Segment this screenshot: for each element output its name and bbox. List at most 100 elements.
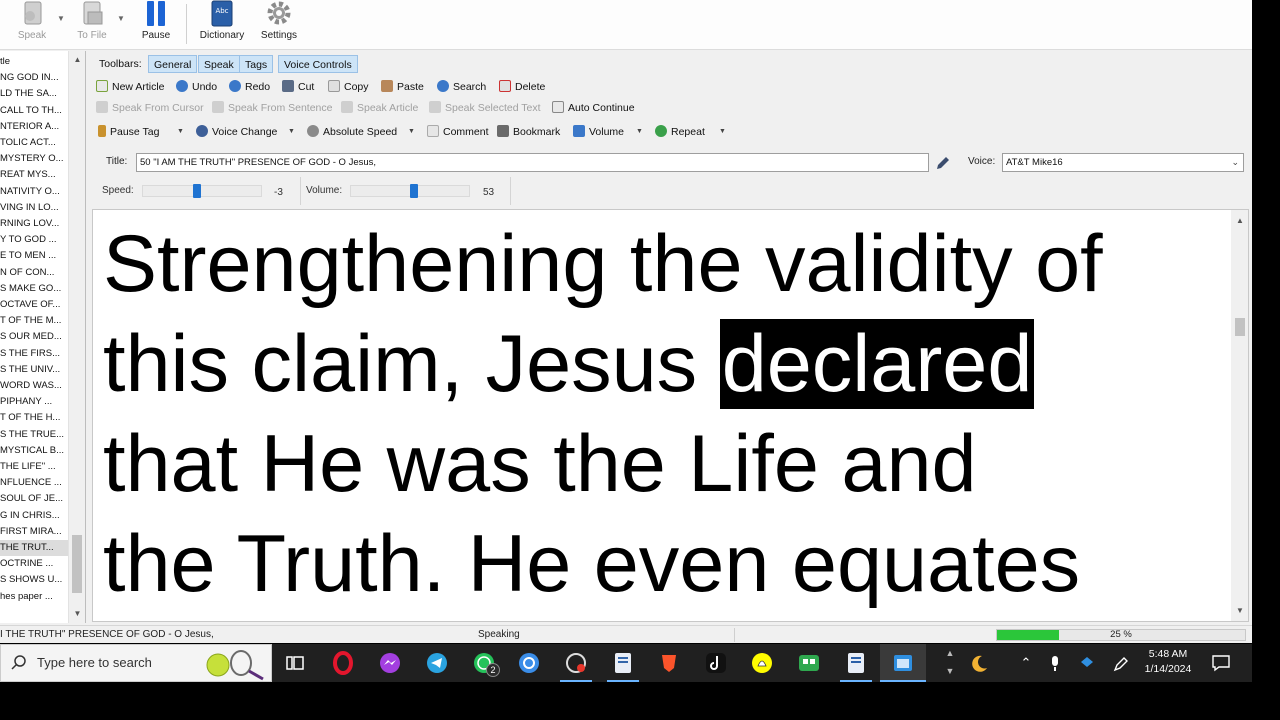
article-list-item[interactable]: REAT MYS...	[0, 167, 68, 183]
pause-tag-button[interactable]: Pause Tag	[98, 124, 159, 140]
copy-button[interactable]: Copy	[328, 79, 369, 95]
volume-slider-thumb[interactable]	[410, 184, 418, 198]
article-list-item[interactable]: OCTAVE OF...	[0, 297, 68, 313]
speed-slider-thumb[interactable]	[193, 184, 201, 198]
taskbar-search-box[interactable]: Type here to search	[0, 644, 272, 682]
snapchat-icon[interactable]	[750, 651, 774, 675]
scrollbar-thumb[interactable]	[1235, 318, 1245, 336]
article-list-item[interactable]: S OUR MED...	[0, 329, 68, 345]
pencil-icon[interactable]	[934, 154, 952, 172]
messenger-icon[interactable]	[378, 651, 402, 675]
absolute-speed-button[interactable]: Absolute Speed	[307, 124, 397, 140]
article-list-item[interactable]: NFLUENCE ...	[0, 475, 68, 491]
article-list-item[interactable]: hes paper ...	[0, 589, 68, 605]
article-list-item[interactable]: CALL TO TH...	[0, 103, 68, 119]
voice-change-dropdown-arrow[interactable]: ▼	[288, 124, 295, 140]
speak-article-button[interactable]: Speak Article	[341, 100, 418, 116]
scrollbar-thumb[interactable]	[72, 535, 82, 593]
voice-select[interactable]: AT&T Mike16 ⌄	[1002, 153, 1244, 172]
article-list-item[interactable]: S THE UNIV...	[0, 362, 68, 378]
speed-slider[interactable]	[142, 184, 262, 198]
tab-tags[interactable]: Tags	[239, 55, 274, 73]
delete-button[interactable]: Delete	[499, 79, 545, 95]
article-list-item[interactable]: N OF CON...	[0, 265, 68, 281]
repeat-button[interactable]: Repeat	[655, 124, 705, 140]
article-list-item[interactable]: E TO MEN ...	[0, 248, 68, 264]
article-list-item[interactable]: FIRST MIRA...	[0, 524, 68, 540]
article-list-item[interactable]: T OF THE M...	[0, 313, 68, 329]
auto-continue-button[interactable]: Auto Continue	[552, 100, 635, 116]
document-app-icon[interactable]	[611, 651, 635, 675]
article-list[interactable]: tle NG GOD IN... LD THE SA... CALL TO TH...…	[0, 51, 86, 623]
article-list-item[interactable]: S THE FIRS...	[0, 346, 68, 362]
notification-center-icon[interactable]	[1211, 654, 1231, 672]
speak-dropdown-arrow[interactable]: ▼	[57, 14, 65, 23]
article-list-item[interactable]: S THE TRUE...	[0, 427, 68, 443]
article-text-area[interactable]: Strengthening the validity of this claim…	[92, 209, 1249, 622]
task-view-icon[interactable]	[283, 651, 307, 675]
article-list-scrollbar[interactable]: ▲ ▼	[68, 51, 85, 623]
speak-from-cursor-button[interactable]: Speak From Cursor	[96, 100, 204, 116]
article-list-item[interactable]: RNING LOV...	[0, 216, 68, 232]
article-list-item[interactable]: MYSTICAL B...	[0, 443, 68, 459]
scroll-down-icon[interactable]: ▼	[69, 607, 85, 621]
meeting-app-icon[interactable]	[797, 651, 821, 675]
text-scrollbar[interactable]: ▲ ▼	[1231, 210, 1248, 621]
microphone-icon[interactable]	[1048, 655, 1062, 673]
voice-change-button[interactable]: Voice Change	[196, 124, 277, 140]
volume-dropdown-arrow[interactable]: ▼	[636, 124, 643, 140]
to-file-button[interactable]: To File	[72, 0, 112, 48]
pause-button[interactable]: Pause	[136, 0, 176, 48]
article-list-item[interactable]: MYSTERY O...	[0, 151, 68, 167]
absolute-speed-dropdown-arrow[interactable]: ▼	[408, 124, 415, 140]
redo-button[interactable]: Redo	[229, 79, 270, 95]
settings-button[interactable]: Settings	[256, 0, 302, 48]
speak-from-sentence-button[interactable]: Speak From Sentence	[212, 100, 332, 116]
pen-input-icon[interactable]	[1112, 655, 1130, 673]
article-list-item[interactable]: WORD WAS...	[0, 378, 68, 394]
article-list-item[interactable]: NG GOD IN...	[0, 70, 68, 86]
new-article-button[interactable]: New Article	[96, 79, 165, 95]
paste-button[interactable]: Paste	[381, 79, 424, 95]
article-list-item[interactable]: tle	[0, 54, 68, 70]
article-list-item[interactable]: Y TO GOD ...	[0, 232, 68, 248]
title-input[interactable]: 50 "I AM THE TRUTH" PRESENCE OF GOD - O …	[136, 153, 929, 172]
repeat-dropdown-arrow[interactable]: ▼	[719, 124, 726, 140]
search-button[interactable]: Search	[437, 79, 486, 95]
focused-app-slot[interactable]	[880, 644, 926, 682]
article-list-item[interactable]: NTERIOR A...	[0, 119, 68, 135]
brave-browser-icon[interactable]	[657, 651, 681, 675]
speak-selected-text-button[interactable]: Speak Selected Text	[429, 100, 541, 116]
cut-button[interactable]: Cut	[282, 79, 314, 95]
dropbox-icon[interactable]	[1078, 655, 1096, 673]
tab-speak[interactable]: Speak	[198, 55, 240, 73]
copilot-icon[interactable]	[517, 651, 541, 675]
article-list-item[interactable]: S MAKE GO...	[0, 281, 68, 297]
bookmark-button[interactable]: Bookmark	[497, 124, 560, 140]
scroll-up-icon[interactable]: ▲	[1231, 214, 1248, 228]
article-list-item[interactable]: THE TRUT...	[0, 540, 68, 556]
screen-recorder-icon[interactable]	[564, 651, 588, 675]
article-list-item[interactable]: OCTRINE ...	[0, 556, 68, 572]
system-clock[interactable]: 5:48 AM 1/14/2024	[1140, 647, 1196, 677]
telegram-icon[interactable]	[425, 651, 449, 675]
dictionary-button[interactable]: Abc Dictionary	[196, 0, 248, 48]
article-list-item[interactable]: SOUL OF JE...	[0, 491, 68, 507]
scroll-up-icon[interactable]: ▲	[69, 53, 85, 67]
opera-browser-icon[interactable]	[331, 651, 355, 675]
article-list-item[interactable]: NATIVITY O...	[0, 184, 68, 200]
article-list-item[interactable]: PIPHANY ...	[0, 394, 68, 410]
comment-button[interactable]: Comment	[427, 124, 489, 140]
text-to-speech-app-icon[interactable]	[844, 651, 868, 675]
scroll-down-icon[interactable]: ▼	[1231, 604, 1248, 618]
article-list-item[interactable]: T OF THE H...	[0, 410, 68, 426]
article-list-item[interactable]: TOLIC ACT...	[0, 135, 68, 151]
pause-tag-dropdown-arrow[interactable]: ▼	[177, 124, 184, 140]
taskbar-scroll-arrows[interactable]: ▲ ▼	[942, 644, 958, 682]
to-file-dropdown-arrow[interactable]: ▼	[117, 14, 125, 23]
article-list-item[interactable]: S SHOWS U...	[0, 572, 68, 588]
volume-slider[interactable]	[350, 184, 470, 198]
article-list-item[interactable]: VING IN LO...	[0, 200, 68, 216]
undo-button[interactable]: Undo	[176, 79, 217, 95]
speak-button[interactable]: Speak	[12, 0, 52, 48]
